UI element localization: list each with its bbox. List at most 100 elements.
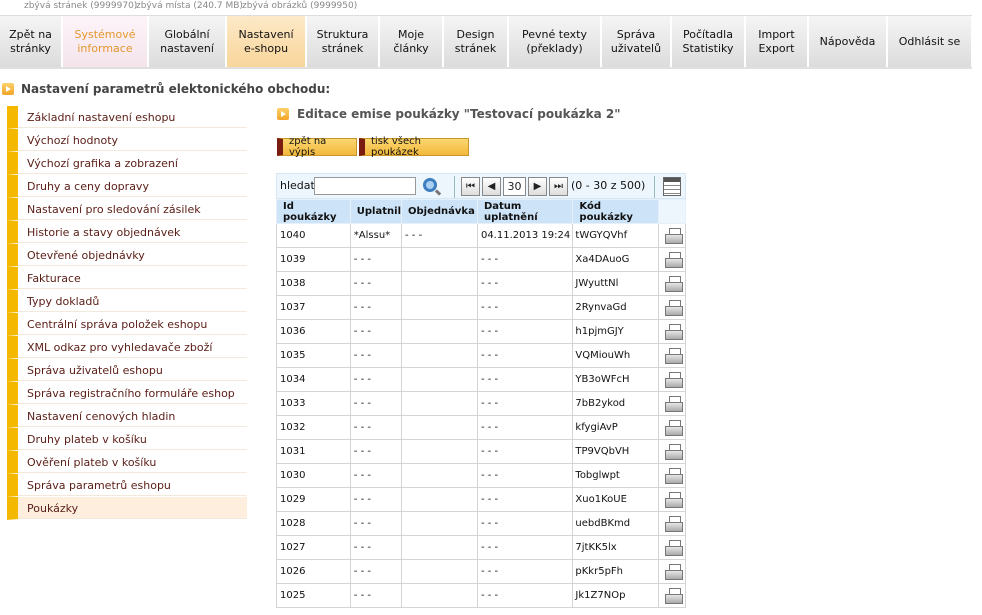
sidebar-item-default-graphics[interactable]: Výchozí grafika a zobrazení <box>7 152 247 175</box>
table-header-row: Id poukázky Uplatnil Objednávka Datum up… <box>276 199 686 224</box>
table-row[interactable]: 1034 - - - - - - YB3oWFcH <box>276 367 686 392</box>
print-all-button[interactable]: tisk všech poukázek <box>359 136 469 158</box>
search-icon[interactable] <box>423 178 437 192</box>
col-header-order[interactable]: Objednávka <box>401 199 478 224</box>
col-header-code[interactable]: Kód poukázky <box>572 199 659 224</box>
tab-user-management[interactable]: Správa uživatelů <box>602 16 671 67</box>
page-number-input[interactable]: 30 <box>503 177 526 196</box>
tab-import-export[interactable]: Import Export <box>746 16 808 67</box>
sidebar-item-xml-link[interactable]: XML odkaz pro vyhledavače zboží <box>7 336 247 359</box>
sidebar-item-eshop-users[interactable]: Správa uživatelů eshopu <box>7 359 247 382</box>
tab-help[interactable]: Nápověda <box>809 16 887 67</box>
sidebar-item-vouchers[interactable]: Poukázky <box>7 497 247 520</box>
table-row[interactable]: 1038 - - - - - - JWyuttNl <box>276 271 686 296</box>
sidebar-item-basic-settings[interactable]: Základní nastavení eshopu <box>7 106 247 129</box>
cell-id: 1027 <box>276 535 351 560</box>
sidebar-item-open-orders[interactable]: Otevřené objednávky <box>7 244 247 267</box>
cell-id: 1035 <box>276 343 351 368</box>
tab-fixed-texts[interactable]: Pevné texty (překlady) <box>509 16 601 67</box>
sidebar-item-invoicing[interactable]: Fakturace <box>7 267 247 290</box>
printer-icon[interactable] <box>665 395 683 412</box>
sidebar-item-document-types[interactable]: Typy dokladů <box>7 290 247 313</box>
table-row[interactable]: 1026 - - - - - - pKkr5pFh <box>276 559 686 584</box>
table-row[interactable]: 1039 - - - - - - Xa4DAuoG <box>276 247 686 272</box>
sidebar-item-price-levels[interactable]: Nastavení cenových hladin <box>7 405 247 428</box>
col-header-id[interactable]: Id poukázky <box>276 199 351 224</box>
cell-used-by: - - - <box>349 247 403 272</box>
table-row[interactable]: 1025 - - - - - - Jk1Z7NOp <box>276 583 686 608</box>
sidebar-item-order-history[interactable]: Historie a stavy objednávek <box>7 221 247 244</box>
sidebar-item-default-values[interactable]: Výchozí hodnoty <box>7 129 247 152</box>
cell-code: Tobglwpt <box>572 463 659 488</box>
cell-order <box>401 511 478 536</box>
sidebar-item-payment-types[interactable]: Druhy plateb v košíku <box>7 428 247 451</box>
page-title: Editace emise poukázky "Testovací poukáz… <box>297 107 621 121</box>
cell-id: 1037 <box>276 295 351 320</box>
sidebar-item-central-items[interactable]: Centrální správa položek eshopu <box>7 313 247 336</box>
printer-icon[interactable] <box>665 491 683 508</box>
col-header-used-by[interactable]: Uplatnil <box>349 199 403 224</box>
table-row[interactable]: 1032 - - - - - - kfygiAvP <box>276 415 686 440</box>
tab-counters-stats[interactable]: Počítadla Statistiky <box>672 16 745 67</box>
tab-logout[interactable]: Odhlásit se <box>888 16 972 67</box>
printer-icon[interactable] <box>665 515 683 532</box>
printer-icon[interactable] <box>665 563 683 580</box>
printer-icon[interactable] <box>665 275 683 292</box>
space-left-status: zbývá místa (240.7 MB) <box>136 1 243 11</box>
column-chooser-icon[interactable] <box>663 177 681 196</box>
table-row[interactable]: 1027 - - - - - - 7jtKK5lx <box>276 535 686 560</box>
printer-icon[interactable] <box>665 347 683 364</box>
table-row[interactable]: 1036 - - - - - - h1pjmGJY <box>276 319 686 344</box>
next-page-button[interactable]: ▶ <box>528 177 547 196</box>
tab-system-info[interactable]: Systémové informace <box>63 16 148 67</box>
col-header-date[interactable]: Datum uplatnění <box>476 199 574 224</box>
cell-used-by: - - - <box>349 583 403 608</box>
printer-icon[interactable] <box>665 323 683 340</box>
table-row[interactable]: 1028 - - - - - - uebdBKmd <box>276 511 686 536</box>
printer-icon[interactable] <box>665 443 683 460</box>
cell-date: - - - <box>476 535 574 560</box>
cell-date: - - - <box>476 511 574 536</box>
table-row[interactable]: 1033 - - - - - - 7bB2ykod <box>276 391 686 416</box>
sidebar-item-parameters[interactable]: Správa parametrů eshopu <box>7 474 247 497</box>
table-row[interactable]: 1035 - - - - - - VQMiouWh <box>276 343 686 368</box>
table-row[interactable]: 1029 - - - - - - Xuo1KoUE <box>276 487 686 512</box>
tab-back-to-pages[interactable]: Zpět na stránky <box>0 16 62 67</box>
last-page-button[interactable]: ⏭ <box>549 177 568 196</box>
printer-icon[interactable] <box>665 299 683 316</box>
printer-icon[interactable] <box>665 467 683 484</box>
table-row[interactable]: 1030 - - - - - - Tobglwpt <box>276 463 686 488</box>
cell-id: 1036 <box>276 319 351 344</box>
cell-print <box>658 439 686 464</box>
tab-global-settings[interactable]: Globální nastavení <box>149 16 226 67</box>
sidebar-item-registration-form[interactable]: Správa registračního formuláře eshop <box>7 382 247 405</box>
status-bar: zbývá stránek (9999970) zbývá místa (240… <box>0 0 982 14</box>
printer-icon[interactable] <box>665 419 683 436</box>
edit-title: Editace emise poukázky "Testovací poukáz… <box>277 107 621 121</box>
search-input[interactable] <box>314 177 416 195</box>
page-range-info: (0 - 30 z 500) <box>571 179 646 192</box>
table-row[interactable]: 1040 *Alssu* - - - 04.11.2013 19:24 tWGY… <box>276 223 686 248</box>
printer-icon[interactable] <box>665 227 683 244</box>
table-row[interactable]: 1031 - - - - - - TP9VQbVH <box>276 439 686 464</box>
cell-code: tWGYQVhf <box>572 223 659 248</box>
printer-icon[interactable] <box>665 587 683 604</box>
cell-used-by: - - - <box>349 295 403 320</box>
tab-my-articles[interactable]: Moje články <box>380 16 443 67</box>
printer-icon[interactable] <box>665 539 683 556</box>
back-to-list-button[interactable]: zpět na výpis <box>277 136 357 158</box>
cell-print <box>658 511 686 536</box>
sidebar-item-shipping[interactable]: Druhy a ceny dopravy <box>7 175 247 198</box>
prev-page-button[interactable]: ◀ <box>482 177 501 196</box>
first-page-button[interactable]: ⏮ <box>461 177 480 196</box>
tab-eshop-settings[interactable]: Nastavení e-shopu <box>227 16 306 67</box>
cell-used-by: *Alssu* <box>349 223 403 248</box>
tab-page-design[interactable]: Design stránek <box>444 16 508 67</box>
tab-page-structure[interactable]: Struktura stránek <box>307 16 379 67</box>
printer-icon[interactable] <box>665 371 683 388</box>
table-row[interactable]: 1037 - - - - - - 2RynvaGd <box>276 295 686 320</box>
sidebar-item-payment-verification[interactable]: Ověření plateb v košíku <box>7 451 247 474</box>
cell-order <box>401 487 478 512</box>
sidebar-item-tracking[interactable]: Nastavení pro sledování zásilek <box>7 198 247 221</box>
printer-icon[interactable] <box>665 251 683 268</box>
